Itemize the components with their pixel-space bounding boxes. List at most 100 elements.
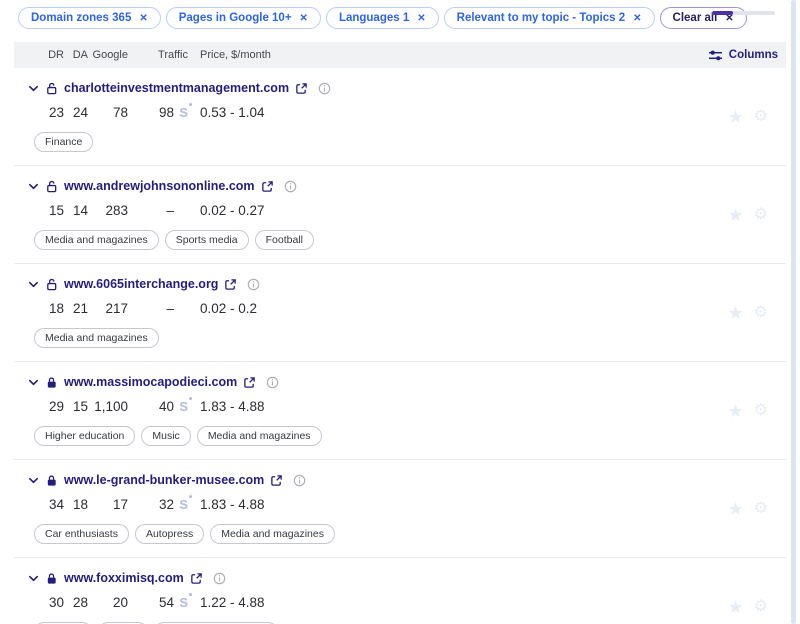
price-value: 1.83 - 4.88 xyxy=(200,399,265,414)
filter-chip-label: Relevant to my topic - Topics 2 xyxy=(457,12,626,24)
row-actions: ★ ⚙ xyxy=(728,206,768,224)
da-value: 21 xyxy=(64,301,88,316)
tags-line: Media and magazines xyxy=(14,328,786,348)
topic-tag: Autopress xyxy=(135,524,204,544)
google-value: 78 xyxy=(88,105,128,120)
favorite-star-icon[interactable]: ★ xyxy=(728,206,744,224)
filter-chip-domain-zones[interactable]: Domain zones 365 ✕ xyxy=(18,7,161,29)
favorite-star-icon[interactable]: ★ xyxy=(728,108,744,126)
close-icon[interactable]: ✕ xyxy=(300,13,308,24)
dr-value: 30 xyxy=(34,595,64,610)
close-icon[interactable]: ✕ xyxy=(417,13,425,24)
domain-link[interactable]: charlotteinvestmentmanagement.com xyxy=(64,81,289,95)
stats-line: 29 15 1,100 40 S 1.83 - 4.88 xyxy=(14,399,786,419)
chevron-down-icon[interactable] xyxy=(28,573,39,584)
table-header: DR DA Google Traffic Price, $/month Colu… xyxy=(14,42,786,68)
stats-line: 18 21 217 – 0.02 - 0.2 xyxy=(14,301,786,321)
row-actions: ★ ⚙ xyxy=(728,108,768,126)
gear-icon[interactable]: ⚙ xyxy=(754,403,768,419)
filter-chip-label: Languages 1 xyxy=(339,12,409,24)
google-value: 217 xyxy=(88,301,128,316)
stats-line: 15 14 283 – 0.02 - 0.27 xyxy=(14,203,786,223)
filter-chip-pages-in-google[interactable]: Pages in Google 10+ ✕ xyxy=(166,7,321,29)
topic-tag: Sports media xyxy=(165,230,249,250)
traffic-value: 32 xyxy=(128,497,174,512)
close-icon[interactable]: ✕ xyxy=(139,13,147,24)
favorite-star-icon[interactable]: ★ xyxy=(728,598,744,616)
header-dr: DR xyxy=(34,49,64,61)
price-value: 0.02 - 0.2 xyxy=(200,301,257,316)
topic-tag: Car enthusiasts xyxy=(34,524,129,544)
da-value: 15 xyxy=(64,399,88,414)
chevron-down-icon[interactable] xyxy=(28,83,39,94)
domain-line: www.massimocapodieci.com xyxy=(14,372,786,392)
clear-all-label: Clear all xyxy=(673,12,718,24)
gear-icon[interactable]: ⚙ xyxy=(754,109,768,125)
semrush-icon: S xyxy=(179,105,188,120)
gear-icon[interactable]: ⚙ xyxy=(754,599,768,615)
info-icon[interactable] xyxy=(266,376,279,389)
domain-link[interactable]: www.6065interchange.org xyxy=(64,277,218,291)
tags-line: Finance xyxy=(14,132,786,152)
filter-chip-label: Domain zones 365 xyxy=(31,12,131,24)
traffic-value: – xyxy=(128,301,174,316)
chevron-down-icon[interactable] xyxy=(28,181,39,192)
filter-chip-languages[interactable]: Languages 1 ✕ xyxy=(326,7,439,29)
domain-line: www.le-grand-bunker-musee.com xyxy=(14,470,786,490)
lock-closed-icon xyxy=(45,572,58,585)
semrush-icon: S xyxy=(179,399,188,414)
header-traffic: Traffic xyxy=(128,49,188,61)
topic-tag: Finance xyxy=(34,132,93,152)
favorite-star-icon[interactable]: ★ xyxy=(728,402,744,420)
lock-closed-icon xyxy=(45,376,58,389)
domain-line: charlotteinvestmentmanagement.com xyxy=(14,78,786,98)
stats-line: 23 24 78 98 S 0.53 - 1.04 xyxy=(14,105,786,125)
chevron-down-icon[interactable] xyxy=(28,377,39,388)
table-row: www.le-grand-bunker-musee.com 34 18 17 3… xyxy=(14,460,786,558)
external-link-icon[interactable] xyxy=(243,376,256,389)
domain-link[interactable]: www.foxximisq.com xyxy=(64,571,184,585)
filter-chip-topics[interactable]: Relevant to my topic - Topics 2 ✕ xyxy=(444,7,655,29)
info-icon[interactable] xyxy=(213,572,226,585)
lock-open-icon xyxy=(45,278,58,291)
dr-value: 29 xyxy=(34,399,64,414)
table-row: www.andrewjohnsononline.com 15 14 283 – … xyxy=(14,166,786,264)
price-value: 0.53 - 1.04 xyxy=(200,105,265,120)
da-value: 14 xyxy=(64,203,88,218)
topic-tag: Media and magazines xyxy=(210,524,335,544)
progress-fill xyxy=(712,11,733,15)
info-icon[interactable] xyxy=(293,474,306,487)
header-google: Google xyxy=(88,49,128,61)
domain-link[interactable]: www.massimocapodieci.com xyxy=(64,375,237,389)
gear-icon[interactable]: ⚙ xyxy=(754,501,768,517)
external-link-icon[interactable] xyxy=(270,474,283,487)
table-row: charlotteinvestmentmanagement.com 23 24 … xyxy=(14,68,786,166)
vertical-scrollbar[interactable] xyxy=(791,0,796,624)
header-price: Price, $/month xyxy=(200,49,271,61)
google-value: 20 xyxy=(88,595,128,610)
columns-button[interactable]: Columns xyxy=(708,42,778,68)
external-link-icon[interactable] xyxy=(224,278,237,291)
dr-value: 34 xyxy=(34,497,64,512)
price-value: 1.83 - 4.88 xyxy=(200,497,265,512)
domain-link[interactable]: www.le-grand-bunker-musee.com xyxy=(64,473,264,487)
semrush-icon: S xyxy=(179,595,188,610)
gear-icon[interactable]: ⚙ xyxy=(754,207,768,223)
gear-icon[interactable]: ⚙ xyxy=(754,305,768,321)
chevron-down-icon[interactable] xyxy=(28,279,39,290)
info-icon[interactable] xyxy=(247,278,260,291)
favorite-star-icon[interactable]: ★ xyxy=(728,500,744,518)
close-icon[interactable]: ✕ xyxy=(633,13,641,24)
domain-line: www.6065interchange.org xyxy=(14,274,786,294)
external-link-icon[interactable] xyxy=(261,180,274,193)
info-icon[interactable] xyxy=(284,180,297,193)
semrush-icon: S xyxy=(179,497,188,512)
external-link-icon[interactable] xyxy=(190,572,203,585)
chevron-down-icon[interactable] xyxy=(28,475,39,486)
info-icon[interactable] xyxy=(318,82,331,95)
topic-tag: Media and magazines xyxy=(34,328,159,348)
external-link-icon[interactable] xyxy=(295,82,308,95)
domain-link[interactable]: www.andrewjohnsononline.com xyxy=(64,179,255,193)
favorite-star-icon[interactable]: ★ xyxy=(728,304,744,322)
columns-button-label: Columns xyxy=(729,49,778,61)
